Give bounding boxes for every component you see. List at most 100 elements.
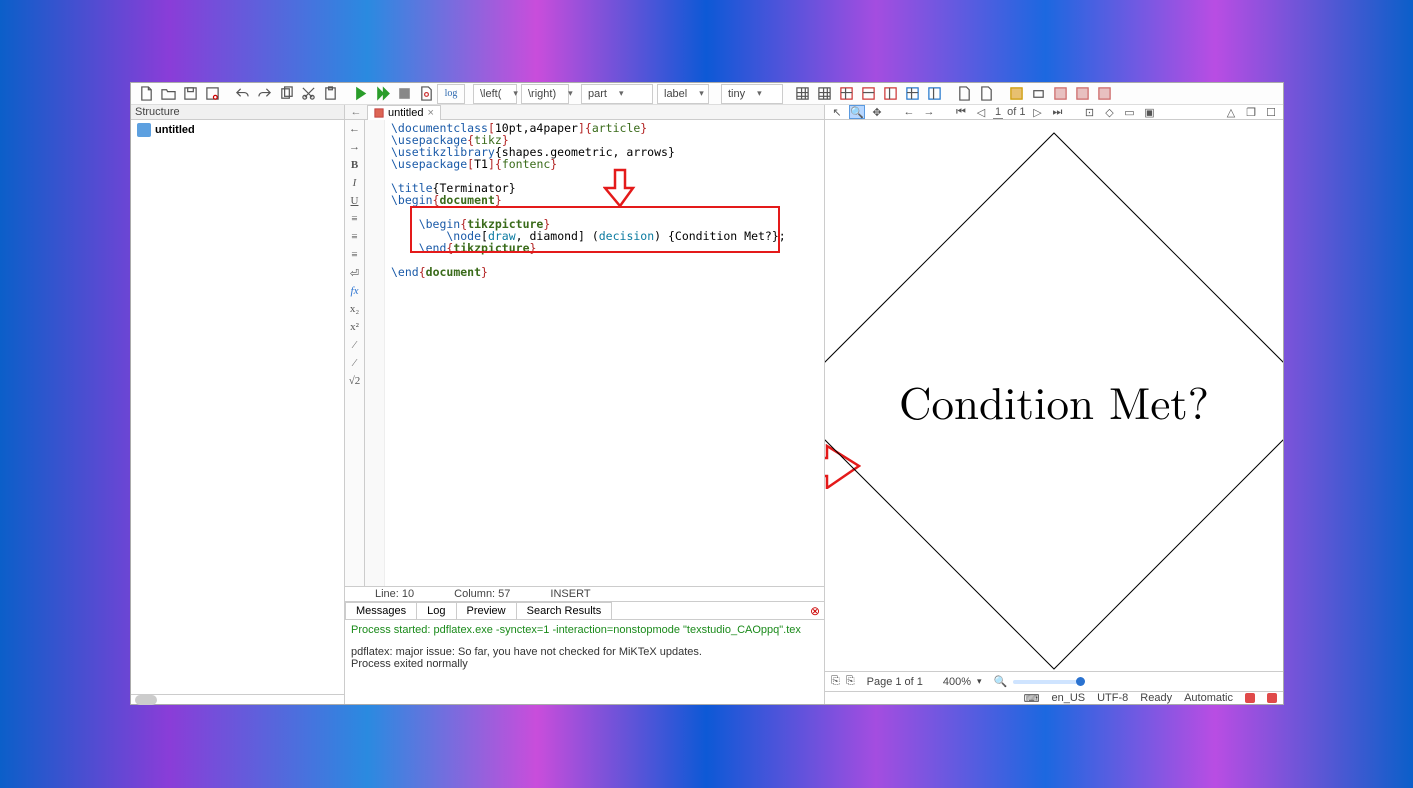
copy-button[interactable]: [275, 84, 297, 104]
pv-tool-a[interactable]: ⎘: [831, 675, 840, 688]
sqrt-button[interactable]: √2: [348, 374, 362, 388]
stop-button[interactable]: [393, 84, 415, 104]
new-line-button[interactable]: ⏎: [348, 266, 362, 280]
tab-preview[interactable]: Preview: [456, 602, 517, 619]
pv-cursor-icon[interactable]: ↖: [829, 105, 845, 119]
tab-messages[interactable]: Messages: [345, 602, 417, 619]
right-delim-dropdown[interactable]: \right)▾: [521, 84, 569, 104]
table-tool-2[interactable]: [813, 84, 835, 104]
app-body: Structure untitled ← untitled ×: [131, 105, 1283, 704]
pv-next-page[interactable]: ▷: [1029, 105, 1045, 119]
pv-window[interactable]: ❐: [1243, 105, 1259, 119]
pv-presentation[interactable]: ▣: [1141, 105, 1157, 119]
frac-button-2[interactable]: ⁄: [348, 356, 362, 370]
preview-canvas[interactable]: Condition Met?: [825, 120, 1283, 671]
structure-bottom: [131, 694, 344, 704]
align-center-button[interactable]: ≡: [348, 230, 362, 244]
compile-view-button[interactable]: [371, 84, 393, 104]
editor-tab[interactable]: untitled ×: [367, 105, 441, 120]
format-tool-3[interactable]: [1049, 84, 1071, 104]
code-editor[interactable]: \documentclass[10pt,a4paper]{article} \u…: [385, 120, 824, 586]
align-left-button[interactable]: ≡: [348, 212, 362, 226]
bold-button[interactable]: B: [348, 158, 362, 172]
pv-first-page[interactable]: ⏮: [953, 105, 969, 119]
preview-panel: ↖ 🔍 ✥ ← → ⏮ ◁ 1 of 1 ▷ ⏭ ⊡ ◇ ▭ ▣ △: [825, 105, 1283, 704]
align-right-button[interactable]: ≡: [348, 248, 362, 262]
table-tool-1[interactable]: [791, 84, 813, 104]
save-button[interactable]: [179, 84, 201, 104]
pv-back[interactable]: ←: [901, 105, 917, 119]
tab-search-results[interactable]: Search Results: [516, 602, 613, 619]
format-tool-2[interactable]: [1027, 84, 1049, 104]
save-all-button[interactable]: [201, 84, 223, 104]
nav-back[interactable]: ←: [348, 122, 362, 136]
open-file-button[interactable]: [157, 84, 179, 104]
pv-lang[interactable]: en_US: [1051, 692, 1085, 704]
editor-tabbar: ← untitled ×: [345, 105, 824, 120]
format-tool-4[interactable]: [1071, 84, 1093, 104]
pv-tool-b[interactable]: ⎘: [846, 675, 855, 688]
center-panel: ← untitled × ← → B I U ≡ ≡ ≡ ⏎: [345, 105, 825, 704]
pv-warn-1[interactable]: [1245, 693, 1255, 703]
pv-spellcheck-icon[interactable]: ⌨: [1024, 692, 1040, 705]
pv-magnify-icon[interactable]: 🔍: [849, 105, 865, 119]
msg-cmd: Process started: pdflatex.exe -synctex=1…: [351, 624, 818, 636]
editor-statusline: Line: 10 Column: 57 INSERT: [345, 586, 824, 601]
format-tool-5[interactable]: [1093, 84, 1115, 104]
pv-zoom-actual[interactable]: ◇: [1101, 105, 1117, 119]
app-window: log \left(▾ \right)▾ part▾ label▾ tiny▾ …: [130, 82, 1284, 705]
structure-title: Structure: [131, 105, 344, 120]
frac-button-1[interactable]: ⁄: [348, 338, 362, 352]
paste-button[interactable]: [319, 84, 341, 104]
pv-collapse[interactable]: △: [1223, 105, 1239, 119]
structure-root-item[interactable]: untitled: [135, 122, 340, 138]
pv-zoom-width[interactable]: ▭: [1121, 105, 1137, 119]
left-delim-dropdown[interactable]: \left(▾: [473, 84, 517, 104]
new-file-button[interactable]: [135, 84, 157, 104]
status-line: Line: 10: [375, 588, 414, 600]
table-tool-4[interactable]: [857, 84, 879, 104]
pv-state: Ready: [1140, 692, 1172, 704]
part-dropdown[interactable]: part▾: [581, 84, 653, 104]
nav-fwd[interactable]: →: [348, 140, 362, 154]
pv-close[interactable]: ☐: [1263, 105, 1279, 119]
view-log-button[interactable]: log: [437, 84, 465, 104]
pv-zoom-slider[interactable]: [1013, 680, 1083, 684]
format-tool-1[interactable]: [1005, 84, 1027, 104]
pv-zoom-fit[interactable]: ⊡: [1081, 105, 1097, 119]
doc-tool-1[interactable]: [953, 84, 975, 104]
fontsize-dropdown[interactable]: tiny▾: [721, 84, 783, 104]
compile-button[interactable]: [349, 84, 371, 104]
label-dropdown[interactable]: label▾: [657, 84, 709, 104]
subscript-button[interactable]: x₂: [348, 302, 362, 316]
msg-done: Process exited normally: [351, 658, 818, 670]
doc-tool-2[interactable]: [975, 84, 997, 104]
table-tool-7[interactable]: [923, 84, 945, 104]
table-tool-3[interactable]: [835, 84, 857, 104]
pv-page-num[interactable]: 1: [993, 106, 1003, 119]
main-toolbar: log \left(▾ \right)▾ part▾ label▾ tiny▾: [131, 83, 1283, 105]
pv-last-page[interactable]: ⏭: [1049, 105, 1065, 119]
undo-button[interactable]: [231, 84, 253, 104]
pv-fwd[interactable]: →: [921, 105, 937, 119]
messages-tabbar: Messages Log Preview Search Results ⊗: [345, 601, 824, 619]
table-tool-6[interactable]: [901, 84, 923, 104]
pv-warn-2[interactable]: [1267, 693, 1277, 703]
tab-log[interactable]: Log: [416, 602, 456, 619]
redo-button[interactable]: [253, 84, 275, 104]
messages-close[interactable]: ⊗: [810, 604, 820, 618]
underline-button[interactable]: U: [348, 194, 362, 208]
pv-auto[interactable]: Automatic: [1184, 692, 1233, 704]
tab-nav-left[interactable]: ←: [345, 106, 367, 118]
pv-hand-icon[interactable]: ✥: [869, 105, 885, 119]
view-pdf-button[interactable]: [415, 84, 437, 104]
pv-enc[interactable]: UTF-8: [1097, 692, 1128, 704]
pv-prev-page[interactable]: ◁: [973, 105, 989, 119]
cut-button[interactable]: [297, 84, 319, 104]
table-tool-5[interactable]: [879, 84, 901, 104]
superscript-button[interactable]: x²: [348, 320, 362, 334]
math-button[interactable]: fx: [348, 284, 362, 298]
italic-button[interactable]: I: [348, 176, 362, 190]
tab-close[interactable]: ×: [427, 107, 433, 119]
pv-page-info: Page 1 of 1: [867, 676, 923, 688]
